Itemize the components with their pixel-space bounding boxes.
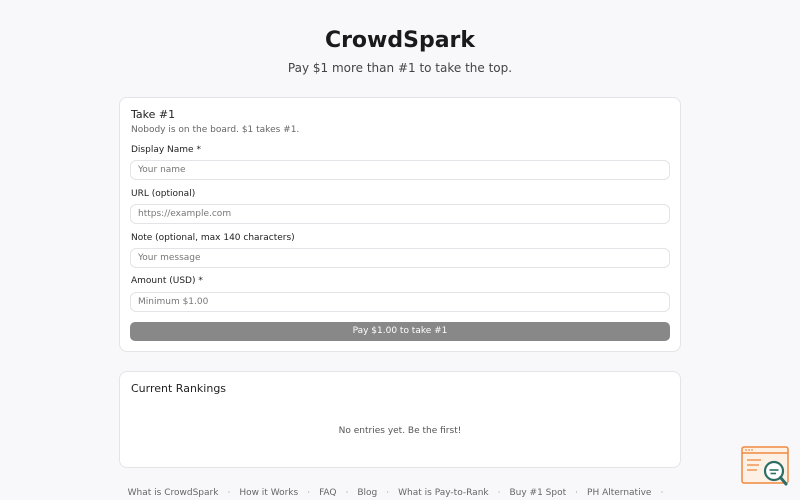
footer-separator: · xyxy=(660,488,664,498)
url-label: URL (optional) xyxy=(131,189,196,199)
display-name-label: Display Name * xyxy=(131,145,201,155)
take-first-form-card: Take #1 Nobody is on the board. $1 takes… xyxy=(119,97,681,352)
rankings-card: Current Rankings No entries yet. Be the … xyxy=(119,371,681,468)
submit-payment-button[interactable]: Pay $1.00 to take #1 xyxy=(130,322,670,341)
footer-link-what-is-crowdspark[interactable]: What is CrowdSpark xyxy=(128,488,219,498)
rankings-title: Current Rankings xyxy=(131,382,227,395)
footer-nav: What is CrowdSpark · How it Works · FAQ · Blog… xyxy=(0,488,800,498)
display-name-input[interactable] xyxy=(130,160,670,180)
rankings-empty-message: No entries yet. Be the first! xyxy=(338,426,462,436)
page-title: CrowdSpark xyxy=(324,28,476,53)
form-title: Take #1 xyxy=(131,108,176,121)
footer-separator: · xyxy=(307,488,311,498)
amount-input[interactable] xyxy=(130,292,670,312)
footer-separator: · xyxy=(345,488,349,498)
page-subtitle: Pay $1 more than #1 to take the top. xyxy=(287,61,513,75)
amount-label: Amount (USD) * xyxy=(131,276,203,286)
note-label: Note (optional, max 140 characters) xyxy=(131,233,295,243)
footer-link-what-is-pay-to-rank[interactable]: What is Pay-to-Rank xyxy=(398,488,488,498)
footer-link-how-it-works[interactable]: How it Works xyxy=(239,488,298,498)
footer-separator: · xyxy=(497,488,501,498)
note-input[interactable] xyxy=(130,248,670,268)
footer-separator: · xyxy=(386,488,390,498)
form-description: Nobody is on the board. $1 takes #1. xyxy=(131,125,300,135)
footer-separator: · xyxy=(227,488,231,498)
search-widget-icon[interactable] xyxy=(741,446,791,488)
footer-separator: · xyxy=(575,488,579,498)
footer-link-ph-alternative[interactable]: PH Alternative xyxy=(587,488,651,498)
footer-link-blog[interactable]: Blog xyxy=(357,488,377,498)
footer-link-buy-first-spot[interactable]: Buy #1 Spot xyxy=(509,488,566,498)
url-input[interactable] xyxy=(130,204,670,224)
footer-link-faq[interactable]: FAQ xyxy=(319,488,336,498)
